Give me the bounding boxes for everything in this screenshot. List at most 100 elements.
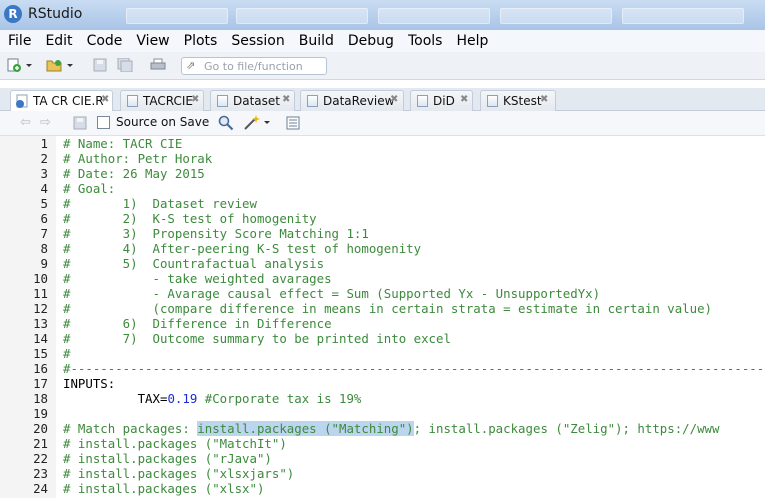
code-line[interactable]: 15 # (0, 346, 765, 361)
menu-session[interactable]: Session (224, 33, 291, 49)
code-text: # (compare difference in means in certai… (63, 301, 712, 316)
search-icon[interactable] (218, 115, 234, 131)
tab-dataset[interactable]: Dataset ✖ (210, 90, 295, 111)
line-number: 7 (40, 226, 48, 241)
print-icon[interactable] (150, 58, 166, 72)
code-text: # 4) After-peering K-S test of homogenit… (63, 241, 421, 256)
menu-help[interactable]: Help (449, 33, 495, 49)
go-to-file-input[interactable]: ⇗ Go to file/function (181, 57, 327, 75)
code-token: # 1) Dataset review (63, 196, 257, 211)
menu-bar: File Edit Code View Plots Session Build … (0, 30, 765, 52)
code-token: # install.packages ("rJava") (63, 451, 272, 466)
close-icon[interactable]: ✖ (460, 94, 468, 105)
line-number: 14 (33, 331, 48, 346)
save-icon[interactable] (92, 58, 108, 72)
code-line[interactable]: 7 # 3) Propensity Score Matching 1:1 (0, 226, 765, 241)
new-file-icon[interactable] (6, 58, 22, 72)
menu-file[interactable]: File (0, 33, 38, 49)
code-line[interactable]: 22 # install.packages ("rJava") (0, 451, 765, 466)
code-line[interactable]: 11 # - Avarage causal effect = Sum (Suppo… (0, 286, 765, 301)
forward-arrow-icon[interactable]: ⇨ (40, 115, 51, 130)
tab-label: Dataset (233, 94, 280, 108)
code-line[interactable]: 10 # - take weighted avarages (0, 271, 765, 286)
menu-tools[interactable]: Tools (401, 33, 450, 49)
code-text: # install.packages ("rJava") (63, 451, 272, 466)
code-token: ; install.packages ("Zelig"); https://ww… (413, 421, 720, 436)
code-line[interactable]: 23 # install.packages ("xlsxjars") (0, 466, 765, 481)
line-number: 22 (33, 451, 48, 466)
code-line[interactable]: 1 # Name: TACR CIE (0, 136, 765, 151)
code-text: # 6) Difference in Difference (63, 316, 332, 331)
code-line[interactable]: 19 (0, 406, 765, 421)
menu-debug[interactable]: Debug (341, 33, 401, 49)
code-line[interactable]: 12 # (compare difference in means in cert… (0, 301, 765, 316)
code-token: #---------------------------------------… (63, 361, 765, 376)
code-text: TAX=0.19 #Corporate tax is 19% (63, 391, 362, 406)
code-line[interactable]: 13 # 6) Difference in Difference (0, 316, 765, 331)
menu-edit[interactable]: Edit (38, 33, 79, 49)
table-icon (417, 95, 428, 107)
code-token: # Goal: (63, 181, 116, 196)
code-token: # 6) Difference in Difference (63, 316, 332, 331)
magic-wand-icon[interactable] (243, 114, 261, 131)
line-number: 23 (33, 466, 48, 481)
close-icon[interactable]: ✖ (390, 94, 398, 105)
chevron-down-icon[interactable] (263, 117, 271, 129)
save-all-icon[interactable] (117, 58, 133, 72)
window-title: RStudio (28, 6, 83, 22)
save-icon[interactable] (73, 116, 87, 130)
code-line[interactable]: 4 # Goal: (0, 181, 765, 196)
menu-view[interactable]: View (129, 33, 176, 49)
tab-ta-cr-cie-r[interactable]: TA CR CIE.R ✖ (10, 90, 113, 112)
close-icon[interactable]: ✖ (191, 94, 199, 105)
code-token: # Date: 26 May 2015 (63, 166, 205, 181)
open-project-icon[interactable] (46, 58, 62, 72)
code-line[interactable]: 21 # install.packages ("MatchIt") (0, 436, 765, 451)
code-line[interactable]: 5 # 1) Dataset review (0, 196, 765, 211)
code-token: # 4) After-peering K-S test of homogenit… (63, 241, 422, 256)
code-line[interactable]: 8 # 4) After-peering K-S test of homogeni… (0, 241, 765, 256)
background-window-ghost (500, 8, 612, 24)
close-icon[interactable]: ✖ (540, 94, 548, 105)
code-line[interactable]: 18 TAX=0.19 #Corporate tax is 19% (0, 391, 765, 406)
tab-kstest[interactable]: KStest ✖ (480, 90, 556, 111)
line-number: 17 (33, 376, 48, 391)
close-icon[interactable]: ✖ (282, 94, 290, 105)
code-line[interactable]: 3 # Date: 26 May 2015 (0, 166, 765, 181)
chevron-down-icon[interactable] (66, 58, 74, 72)
code-line[interactable]: 20 # Match packages: install.packages ("M… (0, 421, 765, 436)
code-line[interactable]: 9 # 5) Countrafactual analysis (0, 256, 765, 271)
menu-plots[interactable]: Plots (177, 33, 225, 49)
code-line[interactable]: 24 # install.packages ("xlsx") (0, 481, 765, 496)
tab-tacrcie[interactable]: TACRCIE ✖ (120, 90, 204, 111)
code-token: # install.packages ("xlsx") (63, 481, 265, 496)
line-number: 10 (33, 271, 48, 286)
tab-datareview[interactable]: DataReview ✖ (300, 90, 404, 111)
line-number: 18 (33, 391, 48, 406)
code-text: # Name: TACR CIE (63, 136, 182, 151)
background-window-ghost (378, 8, 490, 24)
close-icon[interactable]: ✖ (101, 94, 109, 105)
source-on-save-checkbox[interactable] (97, 116, 110, 129)
line-number: 15 (33, 346, 48, 361)
line-number: 4 (40, 181, 48, 196)
line-number: 16 (33, 361, 48, 376)
menu-build[interactable]: Build (292, 33, 341, 49)
menu-code[interactable]: Code (80, 33, 130, 49)
back-arrow-icon[interactable]: ⇦ (20, 115, 31, 130)
background-window-ghost (622, 8, 744, 24)
code-text: # (63, 346, 70, 361)
code-line[interactable]: 17 INPUTS: (0, 376, 765, 391)
code-text: # - take weighted avarages (63, 271, 332, 286)
code-line[interactable]: 16 #-------------------------------------… (0, 361, 765, 376)
code-line[interactable]: 14 # 7) Outcome summary to be printed int… (0, 331, 765, 346)
line-number: 19 (33, 406, 48, 421)
code-token: # Author: Petr Horak (63, 151, 213, 166)
code-text: # install.packages ("MatchIt") (63, 436, 287, 451)
tab-did[interactable]: DiD ✖ (410, 90, 473, 111)
line-number: 6 (40, 211, 48, 226)
code-line[interactable]: 6 # 2) K-S test of homogenity (0, 211, 765, 226)
chevron-down-icon[interactable] (25, 58, 33, 72)
document-outline-icon[interactable] (286, 116, 300, 130)
code-line[interactable]: 2 # Author: Petr Horak (0, 151, 765, 166)
